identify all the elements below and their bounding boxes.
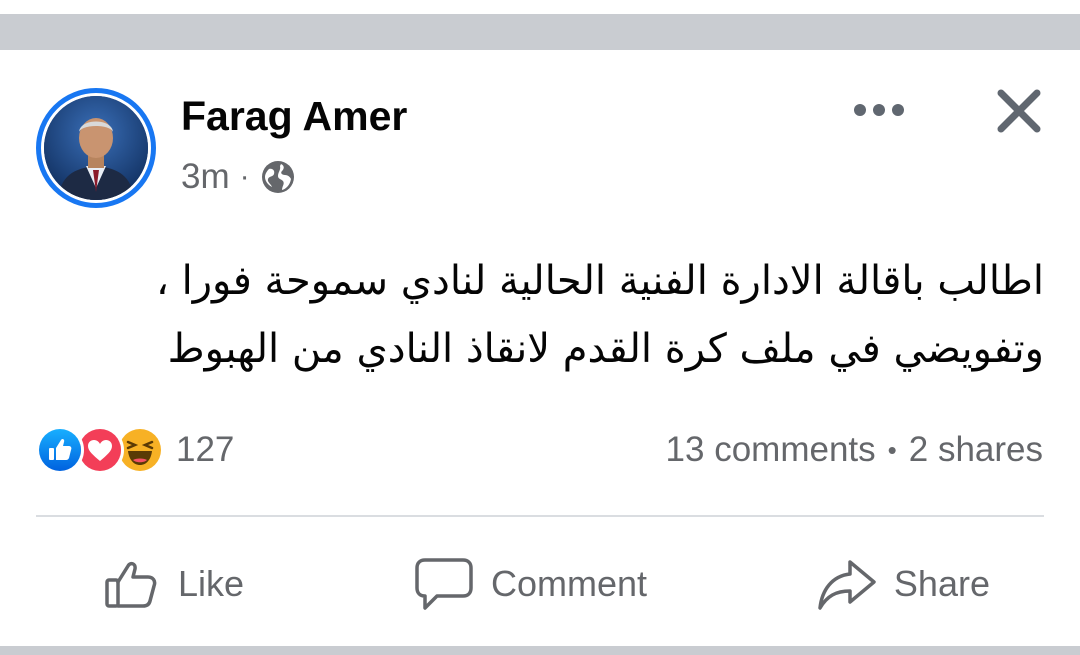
close-icon <box>997 89 1041 133</box>
top-separator <box>0 14 1080 50</box>
post-stats: 13 comments • 2 shares <box>666 428 1043 472</box>
comment-icon <box>415 558 473 610</box>
reaction-count: 127 <box>176 430 235 469</box>
divider <box>36 515 1044 517</box>
meta-separator: · <box>239 160 250 193</box>
post-text-line: وتفويضي في ملف كرة القدم لانقاذ النادي م… <box>167 326 1044 372</box>
post-meta: 3m · <box>181 157 296 197</box>
comments-count[interactable]: 13 comments <box>666 430 876 470</box>
avatar[interactable] <box>44 96 148 200</box>
like-label: Like <box>178 563 245 604</box>
like-reaction-icon <box>36 426 84 474</box>
post-time[interactable]: 3m <box>181 157 230 197</box>
like-button[interactable]: Like <box>102 548 244 620</box>
top-band <box>0 0 1080 50</box>
post-text: اطالب باقالة الادارة الفنية الحالية لناد… <box>80 247 1044 383</box>
stats-separator: • <box>887 434 897 465</box>
share-icon <box>818 560 876 610</box>
comment-button[interactable]: Comment <box>413 548 647 620</box>
author-name[interactable]: Farag Amer <box>181 92 407 140</box>
bottom-separator <box>0 646 1080 655</box>
share-label: Share <box>893 563 990 604</box>
more-options-button[interactable] <box>848 90 910 130</box>
globe-icon[interactable] <box>260 159 296 195</box>
shares-count[interactable]: 2 shares <box>909 430 1043 470</box>
action-bar: Like Comment Share <box>36 548 1044 620</box>
share-button[interactable]: Share <box>816 548 990 620</box>
reactions-summary[interactable]: 127 <box>36 424 234 476</box>
comment-label: Comment <box>490 563 647 604</box>
post-card: Farag Amer 3m · اطالب باقالة الادارة الف… <box>0 50 1080 646</box>
post-text-line: اطالب باقالة الادارة الفنية الحالية لناد… <box>155 258 1044 304</box>
thumbs-up-icon <box>105 561 157 608</box>
close-button[interactable] <box>990 82 1048 140</box>
more-icon <box>854 104 904 116</box>
